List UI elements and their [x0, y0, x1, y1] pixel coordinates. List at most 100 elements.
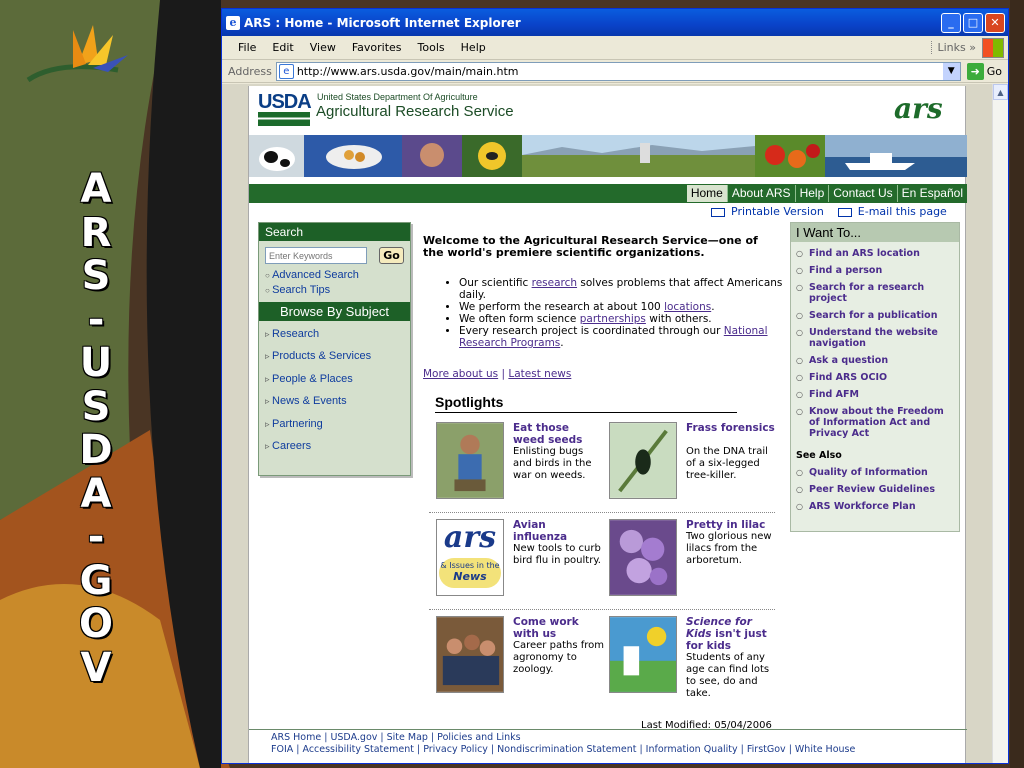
ie-icon: e	[226, 15, 240, 30]
nav-contact[interactable]: Contact Us	[828, 185, 896, 202]
usda-wave-icon	[258, 112, 310, 126]
menu-tools[interactable]: Tools	[410, 41, 453, 54]
cereal-spoon-photo	[304, 135, 402, 177]
want-link[interactable]: Find a person	[791, 262, 959, 279]
child-photo	[402, 135, 462, 177]
team-photo	[436, 616, 504, 693]
menu-edit[interactable]: Edit	[264, 41, 301, 54]
menu-file[interactable]: File	[230, 41, 264, 54]
spotlight-title[interactable]: Avian influenza	[513, 519, 603, 543]
spotlight-item[interactable]: Pretty in lilac Two glorious new lilacs …	[609, 519, 779, 609]
agency-name: Agricultural Research Service	[316, 103, 514, 120]
want-link[interactable]: Search for a research project	[791, 279, 959, 307]
address-input[interactable]: e http://www.ars.usda.gov/main/main.htm …	[275, 61, 961, 81]
nav-about[interactable]: About ARS	[726, 185, 795, 202]
search-go-button[interactable]: Go	[379, 247, 404, 264]
more-about-us-link[interactable]: More about us	[423, 368, 498, 380]
spotlight-item[interactable]: Science for Kids isn't just for kids Stu…	[609, 616, 779, 716]
nav-help[interactable]: Help	[794, 185, 829, 202]
spotlight-desc: New tools to curb bird flu in poultry.	[513, 543, 601, 566]
ars-logo[interactable]: ars	[894, 92, 943, 125]
bullet-item: We often form science partnerships with …	[459, 313, 789, 325]
spotlight-desc: Enlisting bugs and birds in the war on w…	[513, 446, 592, 481]
go-label: Go	[986, 64, 1002, 78]
email-page-link[interactable]: E-mail this page	[837, 205, 947, 218]
nav-home[interactable]: Home	[686, 185, 727, 202]
spotlight-title[interactable]: Frass forensics	[686, 422, 776, 434]
minimize-button[interactable]: _	[941, 12, 961, 33]
see-also-link[interactable]: Quality of Information	[791, 464, 959, 481]
scroll-up-arrow-icon[interactable]: ▲	[993, 84, 1008, 100]
browse-by-subject-title: Browse By Subject	[259, 302, 410, 321]
partnerships-link[interactable]: partnerships	[580, 313, 646, 325]
advanced-search-link[interactable]: Advanced Search	[259, 268, 410, 283]
subject-products-services[interactable]: Products & Services	[259, 343, 410, 365]
search-tips-link[interactable]: Search Tips	[259, 283, 410, 298]
spotlight-title[interactable]: Eat those weed seeds	[513, 422, 603, 446]
spotlight-title[interactable]: Come work with us	[513, 616, 603, 640]
keyword-search-input[interactable]	[265, 247, 367, 264]
about-bullets: Our scientific research solves problems …	[459, 277, 789, 349]
title-char: S	[81, 383, 111, 430]
want-link[interactable]: Know about the Freedom of Information Ac…	[791, 403, 959, 442]
go-button[interactable]: ➜ Go	[966, 62, 1002, 80]
want-link[interactable]: Understand the website navigation	[791, 324, 959, 352]
subject-partnering[interactable]: Partnering	[259, 411, 410, 433]
site-header: USDA United States Department Of Agricul…	[249, 86, 967, 136]
beetle-photo	[609, 422, 677, 499]
spotlight-item[interactable]: Come work with us Career paths from agro…	[436, 616, 606, 706]
see-also-link[interactable]: ARS Workforce Plan	[791, 498, 959, 515]
spotlight-item[interactable]: Eat those weed seeds Enlisting bugs and …	[436, 422, 606, 512]
search-browse-panel: Search Go Advanced Search Search Tips Br…	[258, 222, 411, 476]
menu-help[interactable]: Help	[453, 41, 494, 54]
footer-links-primary[interactable]: ARS Home | USDA.gov | Site Map | Policie…	[271, 732, 521, 743]
subject-research[interactable]: Research	[259, 321, 410, 343]
latest-news-link[interactable]: Latest news	[508, 368, 571, 380]
spotlight-item[interactable]: Frass forensics On the DNA trail of a si…	[609, 422, 779, 512]
spotlights-title: Spotlights	[435, 394, 737, 413]
see-also-link[interactable]: Peer Review Guidelines	[791, 481, 959, 498]
want-link[interactable]: Find an ARS location	[791, 245, 959, 262]
printer-icon	[711, 207, 725, 217]
usda-logo[interactable]: USDA	[258, 92, 312, 128]
chevron-down-icon[interactable]: ▼	[942, 62, 960, 80]
title-char: U	[79, 340, 113, 386]
bullet-text: Our scientific	[459, 277, 532, 289]
printable-version-link[interactable]: Printable Version	[711, 205, 824, 218]
want-link[interactable]: Ask a question	[791, 352, 959, 369]
maximize-button[interactable]: □	[963, 12, 983, 33]
kids-science-photo	[609, 616, 677, 693]
menu-view[interactable]: View	[302, 41, 344, 54]
want-link[interactable]: Search for a publication	[791, 307, 959, 324]
subject-people-places[interactable]: People & Places	[259, 366, 410, 388]
links-toolbar[interactable]: Links »	[930, 41, 983, 54]
cow-photo	[249, 135, 304, 177]
title-bar[interactable]: e ARS : Home - Microsoft Internet Explor…	[222, 9, 1008, 36]
bullet-text: .	[711, 301, 715, 313]
footer-links-secondary[interactable]: FOIA | Accessibility Statement | Privacy…	[271, 744, 855, 755]
want-link[interactable]: Find AFM	[791, 386, 959, 403]
spotlight-desc: Two glorious new lilacs from the arboret…	[686, 531, 772, 566]
spotlight-title[interactable]: Science for Kids isn't just for kids	[686, 616, 776, 652]
close-button[interactable]: ✕	[985, 12, 1005, 33]
locations-link[interactable]: locations	[664, 301, 711, 313]
bullet-text: .	[560, 337, 564, 349]
menu-favorites[interactable]: Favorites	[344, 41, 410, 54]
vertical-title: A R S - U S D A - G O V	[58, 167, 134, 690]
printable-label: Printable Version	[731, 205, 824, 218]
url-text: http://www.ars.usda.gov/main/main.htm	[296, 64, 519, 78]
ars-news-logo: ars & Issues in the News	[436, 519, 504, 596]
want-link[interactable]: Find ARS OCIO	[791, 369, 959, 386]
nav-espanol[interactable]: En Español	[896, 185, 967, 202]
vertical-scrollbar[interactable]: ▲	[992, 84, 1008, 763]
see-also-title: See Also	[796, 450, 842, 461]
spotlight-item[interactable]: ars & Issues in the News Avian influenza…	[436, 519, 606, 609]
envelope-icon	[837, 207, 852, 217]
menu-bar: File Edit View Favorites Tools Help Link…	[222, 36, 1008, 60]
email-label: E-mail this page	[857, 205, 947, 218]
research-link[interactable]: research	[532, 277, 577, 289]
spotlight-title[interactable]: Pretty in lilac	[686, 519, 776, 531]
title-char: G	[79, 557, 113, 604]
subject-news-events[interactable]: News & Events	[259, 388, 410, 410]
subject-careers[interactable]: Careers	[259, 433, 410, 455]
